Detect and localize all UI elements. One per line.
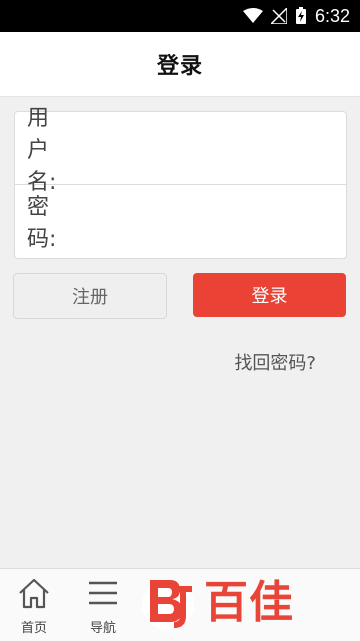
password-input[interactable] [65, 200, 334, 242]
brand-logo: 百佳 [140, 566, 354, 640]
nav-item-home[interactable]: 首页 [4, 575, 64, 636]
password-row: 密码: [15, 185, 346, 257]
nav-label-home: 首页 [20, 621, 47, 636]
status-icons: 6:32 [242, 0, 350, 32]
app-header: 登录 [0, 32, 360, 97]
password-label: 密码: [27, 195, 57, 252]
nav-item-guide[interactable]: 导航 [73, 575, 133, 636]
username-label: 用户名: [27, 106, 57, 195]
nav-label-guide: 导航 [89, 621, 116, 636]
status-bar: 6:32 [0, 0, 360, 32]
login-form: 用户名: 密码: [14, 106, 347, 259]
register-button[interactable]: 注册 [13, 273, 167, 319]
menu-icon [85, 581, 121, 615]
username-input[interactable] [70, 127, 340, 169]
no-signal-icon [270, 8, 287, 24]
home-icon [16, 578, 52, 615]
logo-brand-text: 百佳 [204, 577, 294, 628]
logo-mark [140, 572, 198, 634]
login-button[interactable]: 登录 [193, 273, 346, 317]
battery-charging-icon [295, 7, 307, 25]
status-time: 6:32 [314, 6, 350, 26]
username-row: 用户名: [15, 106, 346, 195]
forgot-password-link[interactable]: 找回密码? [234, 349, 316, 375]
page-title: 登录 [156, 54, 203, 79]
wifi-icon [242, 8, 263, 24]
